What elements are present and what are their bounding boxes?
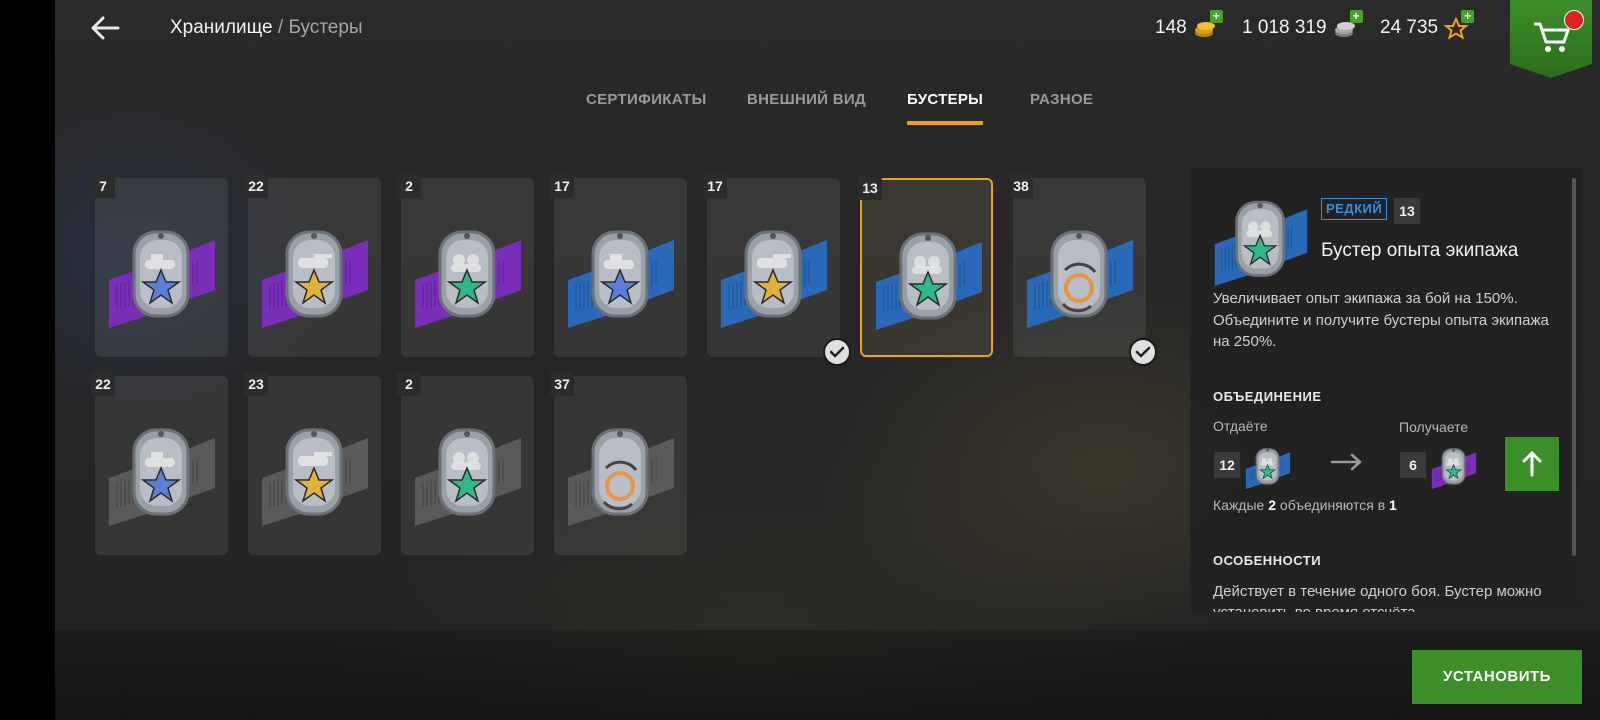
booster-count: 13 [858, 176, 882, 200]
booster-description: Увеличивает опыт экипажа за бой на 150%.… [1213, 290, 1549, 350]
get-booster-icon [1431, 443, 1477, 494]
add-gold-icon[interactable]: + [1209, 10, 1223, 23]
equipped-check-icon [823, 338, 851, 366]
panel-scrollbar[interactable] [1572, 178, 1576, 556]
credits-value: 1 018 319 [1242, 17, 1327, 38]
silver-coins-icon: + [1333, 10, 1363, 40]
install-button[interactable]: УСТАНОВИТЬ [1412, 650, 1582, 704]
crew-booster-icon [1214, 200, 1308, 286]
booster-count: 17 [703, 174, 727, 198]
booster-icon [568, 230, 674, 328]
features-clip: Действует в течение одного боя. Бустер м… [1190, 560, 1582, 612]
breadcrumb-root[interactable]: Хранилище [170, 17, 273, 38]
arrow-right-icon [1330, 453, 1362, 471]
give-count: 12 [1214, 452, 1240, 478]
gold-value: 148 [1155, 17, 1187, 38]
category-tabs: СЕРТИФИКАТЫ ВНЕШНИЙ ВИД БУСТЕРЫ РАЗНОЕ [55, 91, 1600, 131]
breadcrumb-current: Бустеры [288, 17, 363, 38]
active-tab-underline [907, 121, 984, 125]
crew-booster-icon [1431, 448, 1477, 489]
give-booster-icon [1245, 443, 1291, 494]
features-text: Действует в течение одного боя. Бустер м… [1213, 583, 1542, 612]
tab-misc[interactable]: РАЗНОЕ [1030, 91, 1093, 108]
booster-card[interactable]: 23 [244, 372, 381, 555]
merge-rule: Каждые 2 объединяются в 1 [1213, 497, 1397, 513]
booster-card[interactable]: 13 [858, 176, 993, 357]
booster-icon [109, 230, 215, 328]
star-icon: + [1443, 10, 1475, 40]
tab-appearance[interactable]: ВНЕШНИЙ ВИД [747, 91, 866, 108]
booster-card[interactable]: 2 [397, 174, 534, 357]
equipped-check-icon [1129, 338, 1157, 366]
give-label: Отдаёте [1213, 418, 1268, 434]
booster-count: 37 [550, 372, 574, 396]
booster-icon [262, 230, 368, 328]
booster-icon [568, 428, 674, 526]
shop-button[interactable] [1510, 0, 1592, 78]
booster-card[interactable]: 2 [397, 372, 534, 555]
booster-count: 17 [550, 174, 574, 198]
booster-count: 38 [1009, 174, 1033, 198]
booster-icon [721, 230, 827, 328]
booster-count: 7 [91, 174, 115, 198]
breadcrumb: Хранилище / Бустеры [170, 17, 363, 39]
booster-count: 22 [244, 174, 268, 198]
rarity-badge: РЕДКИЙ [1321, 198, 1388, 220]
booster-card[interactable]: 17 [550, 174, 687, 357]
breadcrumb-separator: / [272, 17, 289, 38]
cart-icon [1534, 22, 1570, 52]
booster-card[interactable]: 7 [91, 174, 228, 357]
get-count: 6 [1400, 452, 1426, 478]
credits-balance[interactable]: 1 018 319 + [1242, 10, 1363, 40]
booster-icon [1027, 230, 1133, 328]
free-xp-balance[interactable]: 24 735 + [1380, 10, 1475, 40]
booster-count: 22 [91, 372, 115, 396]
booster-count: 2 [397, 372, 421, 396]
booster-title: Бустер опыта экипажа [1321, 240, 1519, 261]
gold-balance[interactable]: 148 + [1155, 10, 1223, 40]
booster-card[interactable]: 17 [703, 174, 840, 357]
tab-certificates[interactable]: СЕРТИФИКАТЫ [586, 91, 707, 108]
bottom-bar [55, 630, 1600, 720]
gift-badge-icon [1564, 10, 1584, 30]
arrow-left-icon [91, 16, 120, 40]
crew-booster-icon [1245, 448, 1291, 489]
merge-heading: ОБЪЕДИНЕНИЕ [1213, 389, 1322, 404]
booster-icon [876, 232, 982, 330]
booster-icon [415, 230, 521, 328]
booster-card[interactable]: 22 [91, 372, 228, 555]
booster-count: 23 [244, 372, 268, 396]
booster-card[interactable]: 22 [244, 174, 381, 357]
arrow-up-icon [1522, 451, 1542, 477]
selected-booster-icon [1213, 190, 1309, 291]
add-free-xp-icon[interactable]: + [1461, 10, 1475, 23]
merge-button[interactable] [1505, 437, 1559, 491]
back-button[interactable] [85, 10, 125, 46]
add-credits-icon[interactable]: + [1349, 10, 1363, 23]
booster-card[interactable]: 37 [550, 372, 687, 555]
get-label: Получаете [1399, 419, 1469, 435]
storage-screen: Хранилище / Бустеры 148 + 1 018 319 + 24… [55, 0, 1600, 720]
booster-icon [262, 428, 368, 526]
free-xp-value: 24 735 [1380, 17, 1439, 38]
booster-icon [415, 428, 521, 526]
owned-count: 13 [1394, 198, 1420, 224]
booster-card[interactable]: 38 [1009, 174, 1146, 357]
gold-coins-icon: + [1193, 10, 1223, 40]
booster-count: 2 [397, 174, 421, 198]
tab-boosters[interactable]: БУСТЕРЫ [907, 91, 984, 125]
booster-icon [109, 428, 215, 526]
